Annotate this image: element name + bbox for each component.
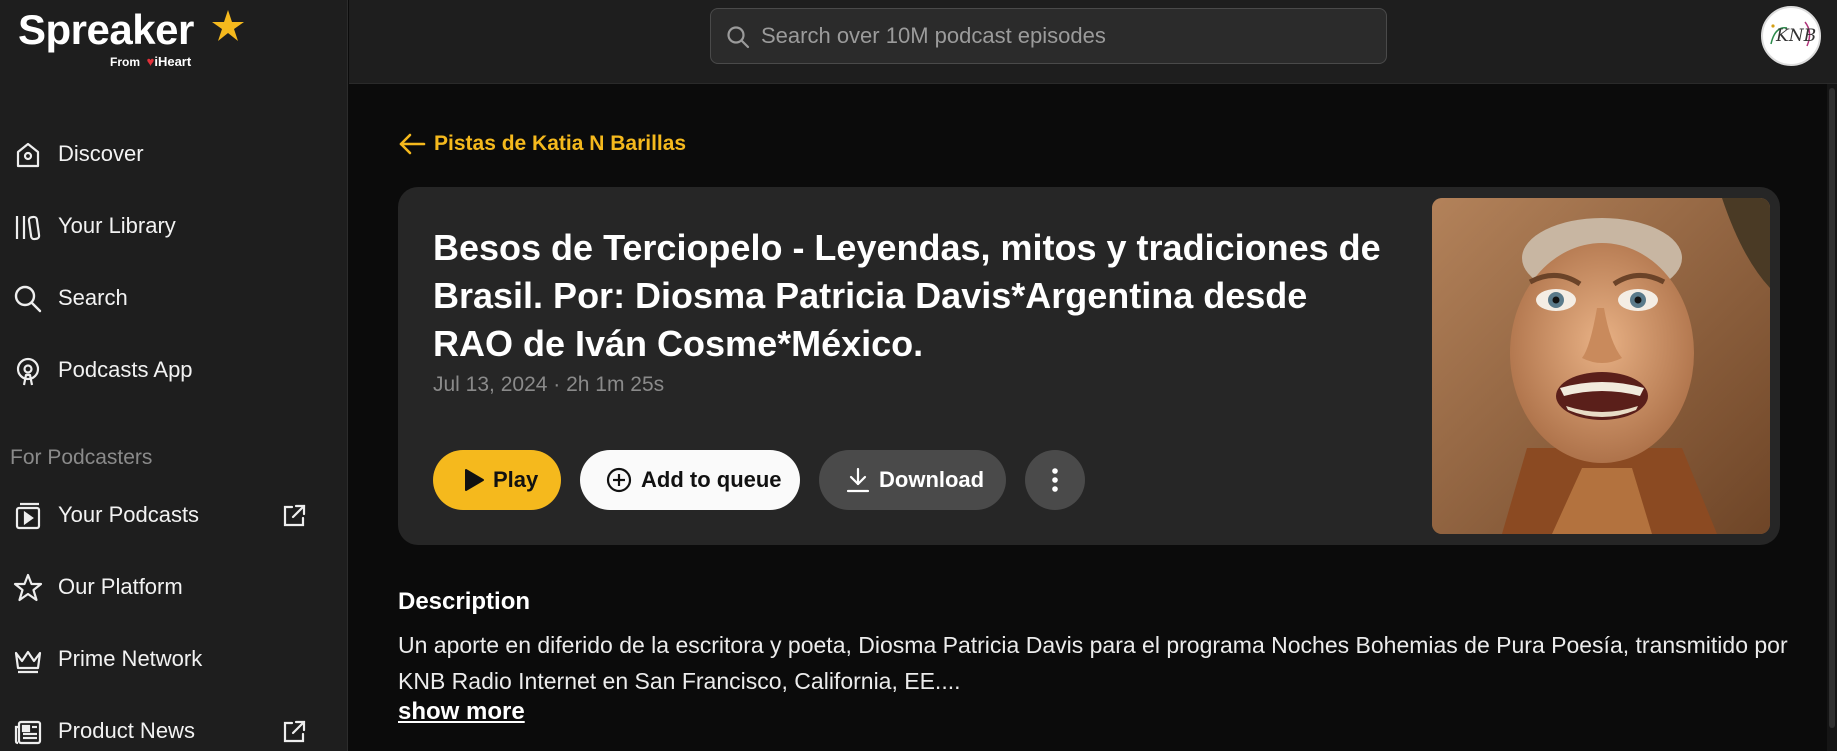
episode-title: Besos de Terciopelo - Leyendas, mitos y … xyxy=(433,227,1381,364)
avatar-text: KNB xyxy=(1776,26,1817,46)
logo-star-icon xyxy=(212,10,244,41)
logo-subtitle: From ♥iHeart xyxy=(110,54,191,69)
spreaker-logo[interactable]: Spreaker From ♥iHeart xyxy=(18,6,244,69)
add-circle-icon xyxy=(606,467,632,493)
sidebar-item-discover[interactable]: Discover xyxy=(0,126,348,182)
crown-icon xyxy=(14,650,42,674)
back-to-podcast-link[interactable]: Pistas de Katia N Barillas xyxy=(398,132,686,156)
discover-icon xyxy=(16,142,40,168)
search-box[interactable] xyxy=(710,8,1387,64)
logo-iheart-text: iHeart xyxy=(154,54,192,69)
search-icon xyxy=(727,26,750,49)
page-scrollbar[interactable] xyxy=(1827,84,1837,751)
sidebar-item-prime-network[interactable]: Prime Network xyxy=(0,631,348,687)
scrollbar-thumb[interactable] xyxy=(1829,88,1835,728)
sidebar-item-search[interactable]: Search xyxy=(0,270,348,326)
sidebar-item-label: Podcasts App xyxy=(58,357,193,382)
sidebar-item-label: Your Podcasts xyxy=(58,502,200,527)
logo-text: Spreaker xyxy=(18,6,194,53)
star-outline-icon xyxy=(13,573,43,602)
external-link-icon xyxy=(283,504,306,527)
sidebar-item-product-news[interactable]: Product News xyxy=(0,703,348,751)
top-bar: KNB xyxy=(349,0,1837,84)
sidebar-item-label: Discover xyxy=(58,141,144,166)
more-options-button[interactable] xyxy=(1025,450,1085,510)
logo-from-text: From xyxy=(110,55,140,69)
more-vertical-icon xyxy=(1052,468,1058,492)
sidebar-item-label: Your Library xyxy=(58,213,176,238)
episode-meta: Jul 13, 2024 · 2h 1m 25s xyxy=(433,373,665,396)
description-heading: Description xyxy=(398,588,531,615)
download-button[interactable]: Download xyxy=(819,450,1006,510)
search-input[interactable] xyxy=(761,17,1361,55)
sidebar-item-your-podcasts[interactable]: Your Podcasts xyxy=(0,487,348,543)
sidebar-item-label: Our Platform xyxy=(58,574,183,599)
episode-cover-image xyxy=(1432,198,1770,534)
sidebar-item-your-library[interactable]: Your Library xyxy=(0,198,348,254)
podcasts-app-icon xyxy=(16,357,40,386)
back-link-label: Pistas de Katia N Barillas xyxy=(434,132,687,155)
download-icon xyxy=(846,467,870,493)
arrow-left-icon xyxy=(399,133,426,155)
add-to-queue-button[interactable]: Add to queue xyxy=(580,450,800,510)
sidebar-item-our-platform[interactable]: Our Platform xyxy=(0,559,348,615)
news-icon xyxy=(14,720,42,745)
play-button[interactable]: Play xyxy=(433,450,561,510)
download-label: Download xyxy=(879,467,985,492)
description-text: Un aporte en diferido de la escritora y … xyxy=(398,632,1788,694)
episode-card: Besos de Terciopelo - Leyendas, mitos y … xyxy=(398,187,1780,545)
sidebar: Spreaker From ♥iHeart Discover Your Libr xyxy=(0,0,348,751)
sidebar-item-podcasts-app[interactable]: Podcasts App xyxy=(0,342,348,398)
show-more-link[interactable]: show more xyxy=(398,698,525,726)
search-icon xyxy=(14,285,42,313)
user-avatar[interactable]: KNB xyxy=(1761,6,1821,66)
add-to-queue-label: Add to queue xyxy=(641,467,782,492)
play-icon xyxy=(465,469,484,491)
sidebar-item-label: Search xyxy=(58,285,128,310)
sidebar-item-label: Prime Network xyxy=(58,646,203,671)
your-podcasts-icon xyxy=(15,502,41,530)
sidebar-item-label: Product News xyxy=(58,718,195,743)
play-button-label: Play xyxy=(493,467,539,492)
library-icon xyxy=(15,215,41,241)
cover-illustration xyxy=(1432,198,1770,534)
section-label-for-podcasters: For Podcasters xyxy=(10,446,153,469)
app-window: Spreaker From ♥iHeart Discover Your Libr xyxy=(0,0,1837,751)
external-link-icon xyxy=(283,720,306,743)
